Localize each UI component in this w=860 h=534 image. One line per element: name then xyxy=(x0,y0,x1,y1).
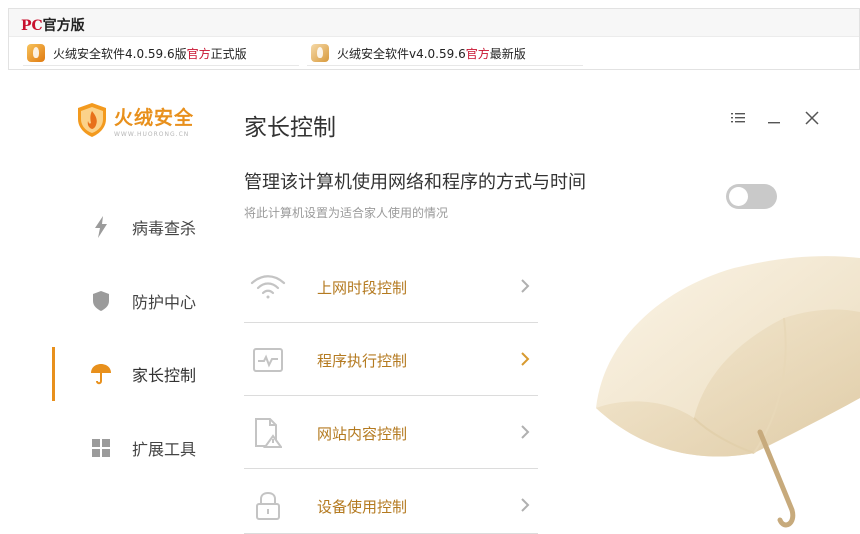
chevron-right-icon xyxy=(521,279,530,293)
banner-header: PC官方版 xyxy=(9,9,859,37)
download-link-2[interactable]: 火绒安全软件v4.0.59.6 官方 最新版 xyxy=(311,42,526,64)
shield-icon xyxy=(90,289,112,313)
parental-control-toggle[interactable] xyxy=(726,184,777,209)
row-label: 设备使用控制 xyxy=(317,498,408,516)
app-window: 火绒安全 WWW.HUORONG.CN 病毒查杀 防护中心 家长控制 扩展工具 … xyxy=(0,70,860,534)
program-window-icon xyxy=(248,345,288,375)
lock-icon xyxy=(248,491,288,521)
chevron-right-icon xyxy=(521,498,530,512)
close-icon[interactable] xyxy=(802,108,822,128)
list-item-website-content-control[interactable]: 网站内容控制 xyxy=(244,396,538,469)
download-banner: PC官方版 火绒安全软件4.0.59.6版 官方 正式版 火绒安全软件v4.0.59… xyxy=(8,8,860,70)
sidebar-item-label: 家长控制 xyxy=(132,366,197,385)
logo-text: 火绒安全 xyxy=(114,106,195,129)
umbrella-icon xyxy=(90,362,112,386)
sidebar-item-parental-control[interactable]: 家长控制 xyxy=(52,347,222,401)
umbrella-illustration xyxy=(596,256,860,528)
chevron-right-icon xyxy=(521,352,530,366)
huorong-app-icon xyxy=(311,44,329,62)
section-headline: 管理该计算机使用网络和程序的方式与时间 xyxy=(244,172,586,193)
section-description: 将此计算机设置为适合家人使用的情况 xyxy=(244,206,449,220)
sidebar-item-label: 扩展工具 xyxy=(132,440,197,459)
sidebar-item-virus-scan[interactable]: 病毒查杀 xyxy=(52,200,222,254)
grid-icon xyxy=(90,436,112,460)
wifi-icon xyxy=(248,272,288,302)
sidebar-item-label: 防护中心 xyxy=(132,293,197,312)
sidebar-item-extension-tools[interactable]: 扩展工具 xyxy=(52,421,222,475)
huorong-app-icon xyxy=(27,44,45,62)
list-item-internet-time-control[interactable]: 上网时段控制 xyxy=(244,250,538,323)
page-title: 家长控制 xyxy=(244,115,336,141)
lightning-icon xyxy=(90,215,112,239)
divider xyxy=(23,65,299,66)
list-item-device-usage-control[interactable]: 设备使用控制 xyxy=(244,469,538,534)
minimize-icon[interactable] xyxy=(764,108,784,128)
app-logo: 火绒安全 WWW.HUORONG.CN xyxy=(76,102,194,138)
sidebar-item-label: 病毒查杀 xyxy=(132,219,197,238)
huorong-shield-logo xyxy=(76,102,108,138)
list-item-program-execution-control[interactable]: 程序执行控制 xyxy=(244,323,538,396)
download-link-1[interactable]: 火绒安全软件4.0.59.6版 官方 正式版 xyxy=(27,42,247,64)
logo-subtext: WWW.HUORONG.CN xyxy=(114,130,190,138)
menu-icon[interactable] xyxy=(728,108,748,128)
divider xyxy=(307,65,583,66)
row-label: 程序执行控制 xyxy=(317,352,408,370)
banner-title: PC官方版 xyxy=(21,18,85,34)
chevron-right-icon xyxy=(521,425,530,439)
row-label: 网站内容控制 xyxy=(317,425,408,443)
web-page-warning-icon xyxy=(248,418,288,448)
sidebar-item-protection-center[interactable]: 防护中心 xyxy=(52,274,222,328)
row-label: 上网时段控制 xyxy=(317,279,408,297)
